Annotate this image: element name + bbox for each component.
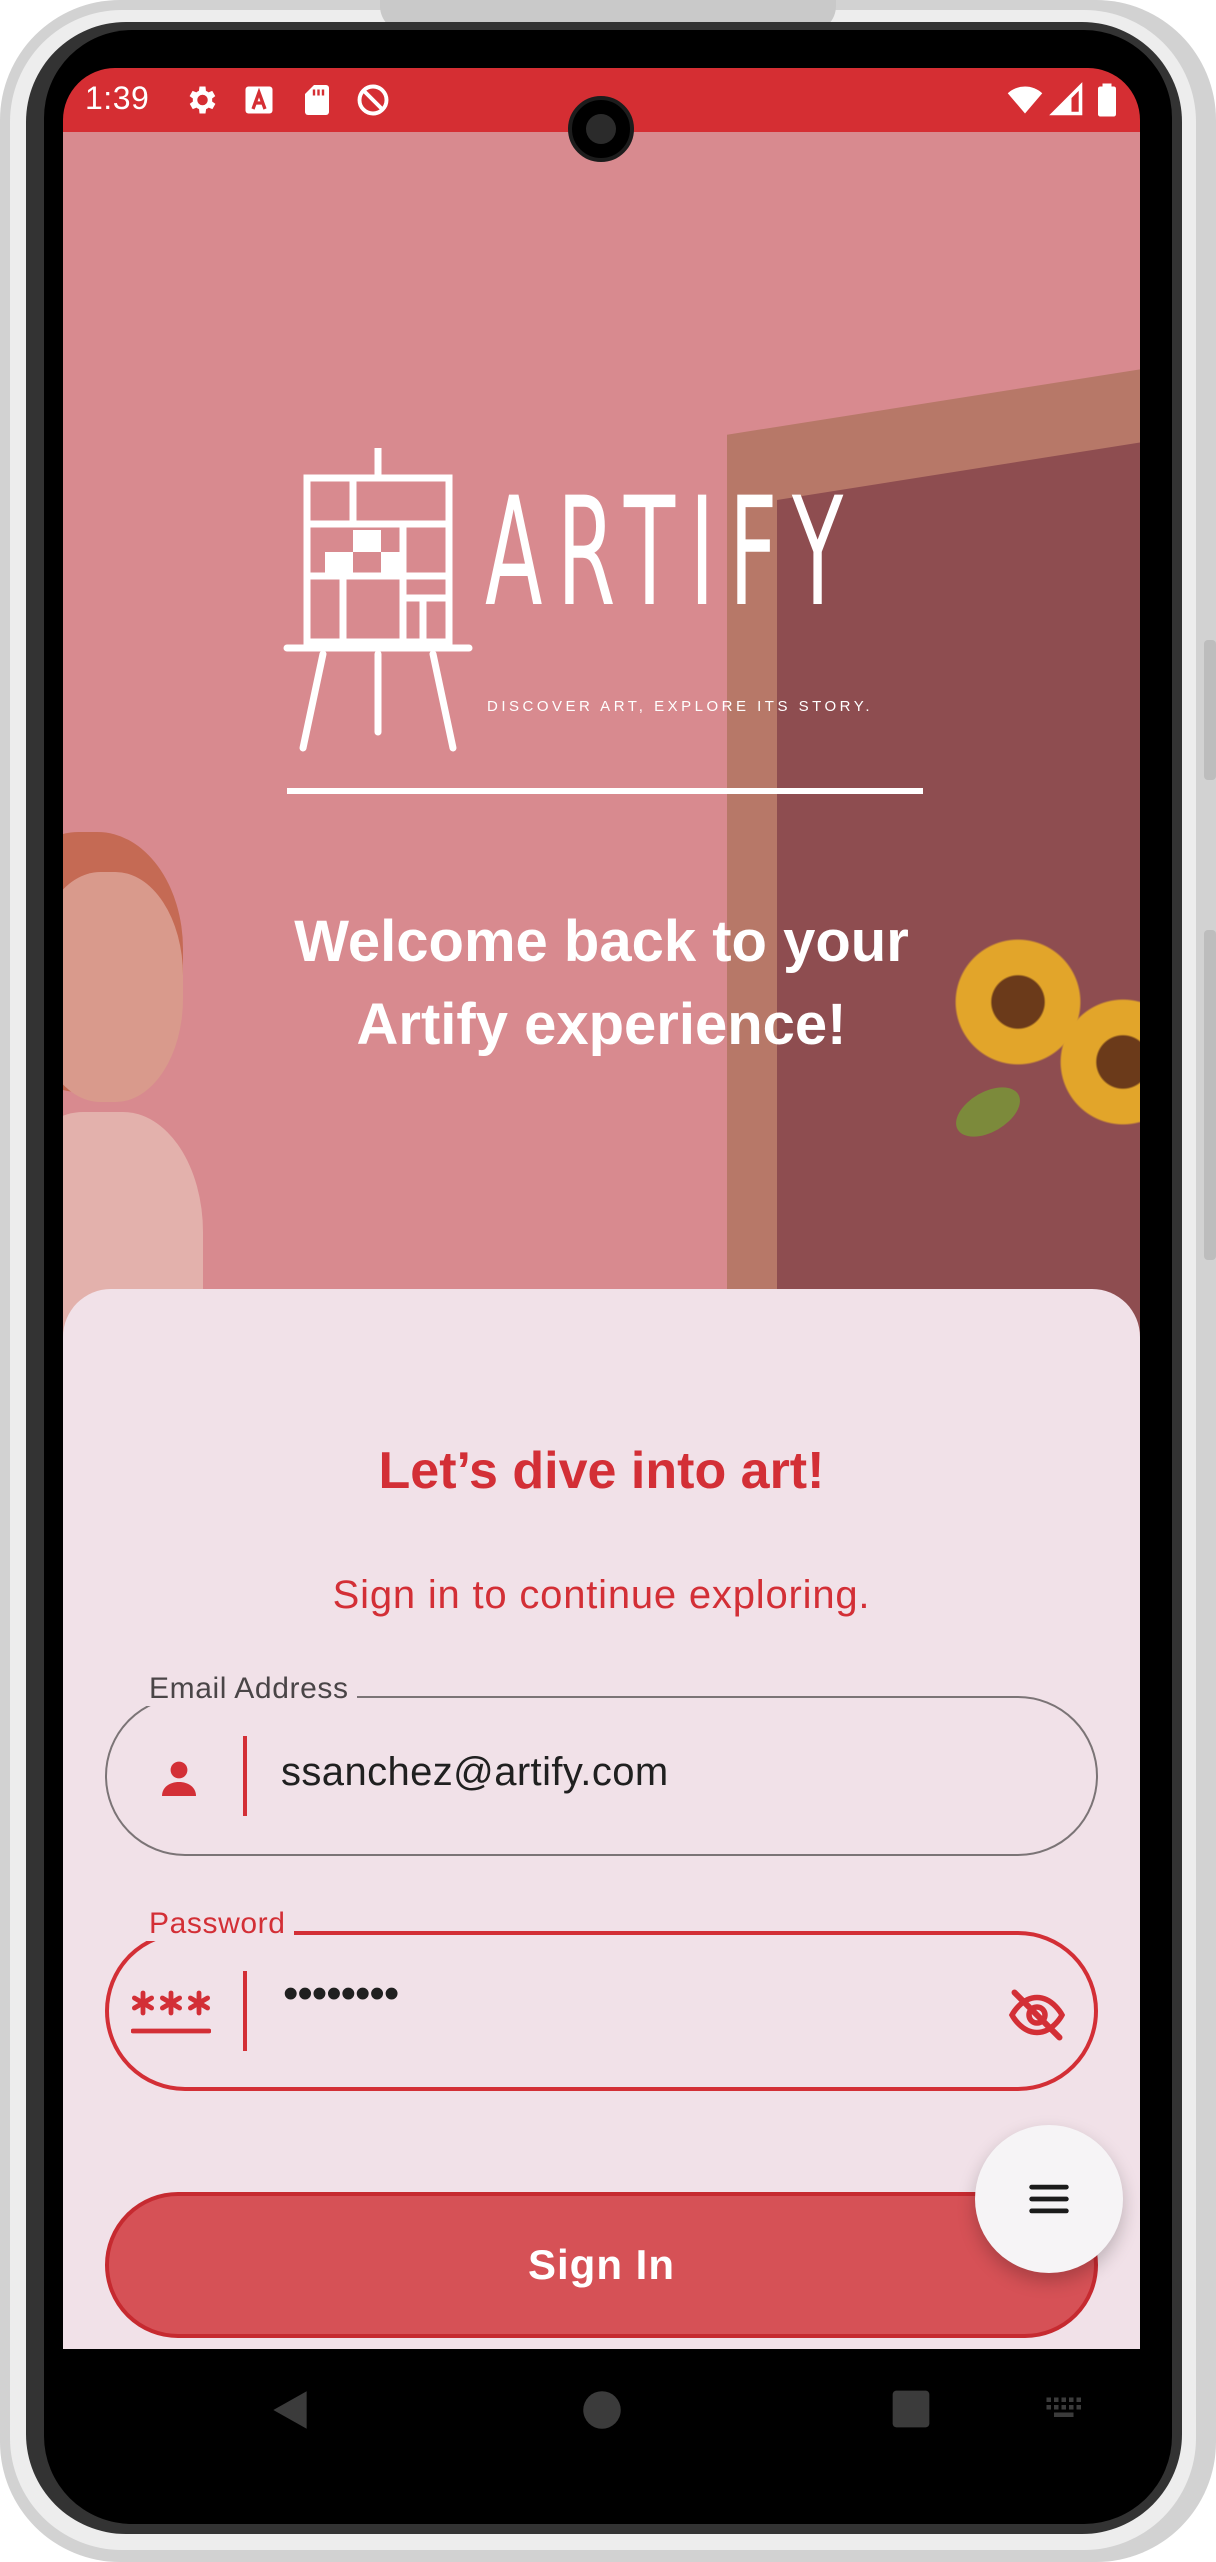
sd-card-icon [305,85,329,115]
system-navigation-bar [63,2349,1140,2464]
menu-icon [1029,2184,1069,2214]
power-button [1204,930,1216,1260]
brand-name: ARTIFY [485,466,858,640]
field-divider [243,1971,247,2051]
wifi-icon [1007,86,1043,114]
person-icon [162,1761,196,1796]
sign-in-button[interactable]: Sign In [105,2192,1098,2338]
battery-icon [1098,83,1116,117]
logo-underline [287,788,923,794]
welcome-heading: Welcome back to your Artify experience! [63,900,1140,1066]
login-title: Let’s dive into art! [378,1442,825,1500]
welcome-line-2: Artify experience! [356,992,847,1057]
email-field[interactable]: Email Address ssanchez@artify.com [105,1672,1098,1856]
menu-fab-button[interactable] [975,2125,1123,2273]
front-camera [568,96,634,162]
password-asterisk-icon [131,1990,211,2034]
back-icon[interactable] [265,2385,315,2435]
password-input-value[interactable]: •••••••• [283,1969,399,2019]
do-not-disturb-icon [357,84,389,116]
login-card: Let’s dive into art! Sign in to continue… [63,1289,1140,2349]
login-subtitle: Sign in to continue exploring. [332,1573,871,1617]
brand-tagline: DISCOVER ART, EXPLORE ITS STORY. [487,698,873,715]
recents-icon[interactable] [889,2387,933,2431]
welcome-line-1: Welcome back to your [294,909,909,974]
signal-icon [1049,82,1083,116]
font-a-icon [245,86,273,114]
hero-background: ARTIFY DISCOVER ART, EXPLORE ITS STORY. … [63,132,1140,1372]
status-time: 1:39 [85,80,150,116]
settings-icon [189,86,216,114]
easel-logo-icon [283,448,473,752]
field-divider [243,1736,247,1816]
password-field[interactable]: Password •••••••• [105,1907,1098,2091]
email-field-label: Email Address [141,1672,357,1706]
email-input-value[interactable]: ssanchez@artify.com [281,1750,669,1795]
keyboard-icon[interactable] [1043,2393,1089,2423]
phone-screen: ARTIFY DISCOVER ART, EXPLORE ITS STORY. … [63,68,1140,2464]
volume-button [1204,640,1216,780]
visibility-off-icon[interactable] [1007,1985,1067,2045]
home-icon[interactable] [577,2385,627,2435]
password-field-label: Password [141,1907,294,1941]
